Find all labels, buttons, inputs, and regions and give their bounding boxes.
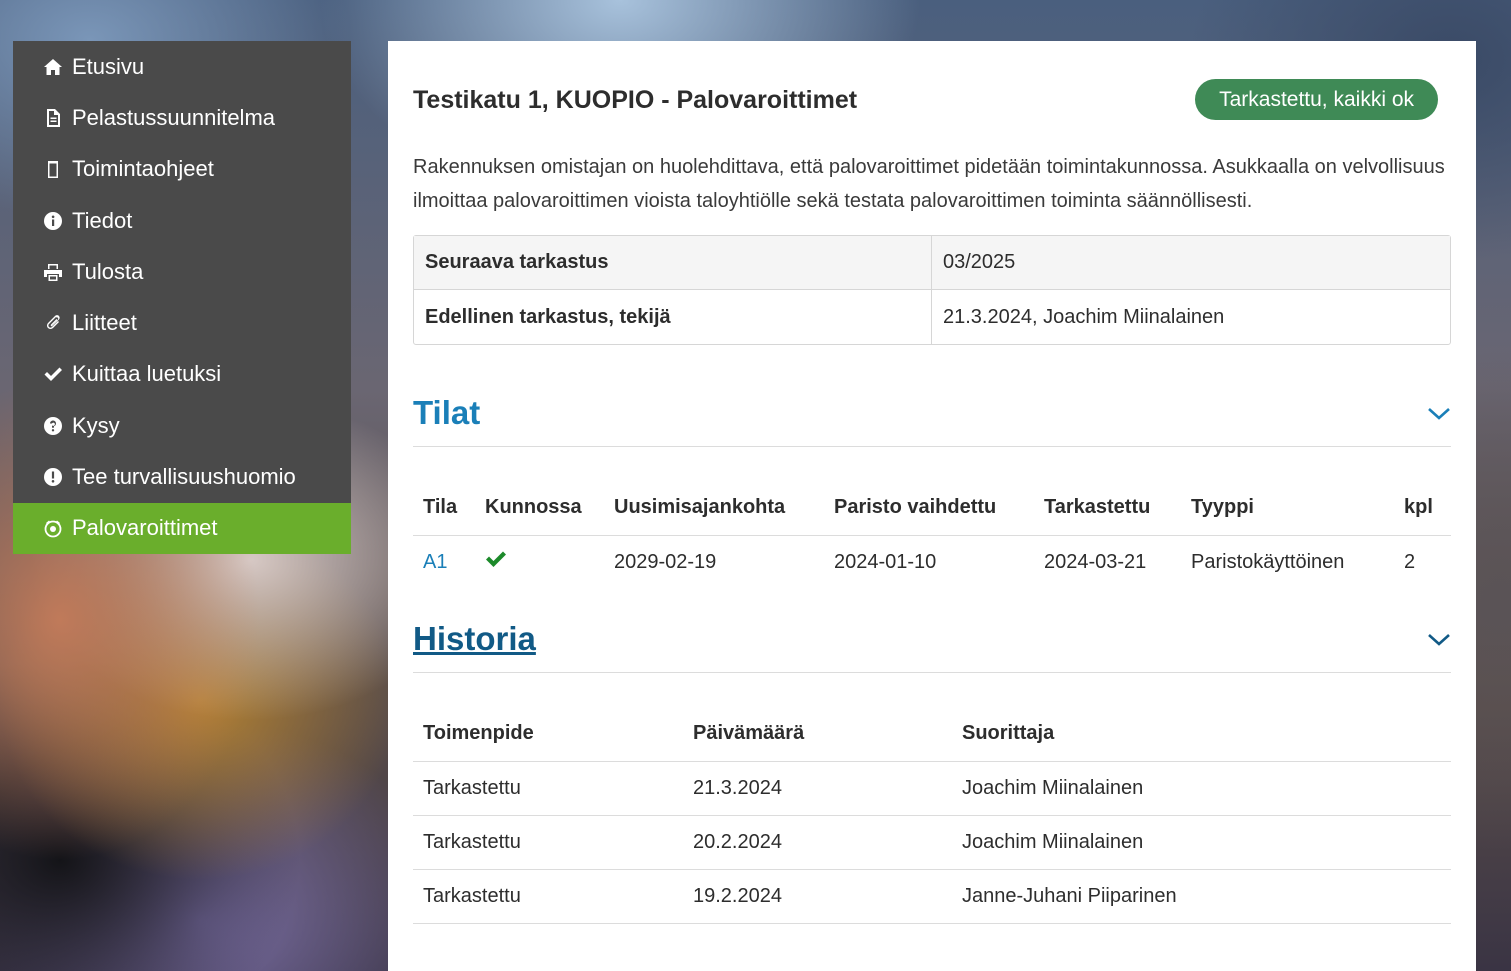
sidebar-item-tee-turvallisuushuomio[interactable]: Tee turvallisuushuomio — [13, 451, 351, 502]
intro-text: Rakennuksen omistajan on huolehdittava, … — [413, 156, 1445, 212]
info-value: 21.3.2024, Joachim Miinalainen — [943, 305, 1225, 328]
detector-type: Paristokäyttöinen — [1191, 550, 1345, 573]
history-section-header[interactable]: Historia — [413, 603, 1451, 673]
info-row: Seuraava tarkastus 03/2025 — [414, 236, 1450, 290]
print-icon — [42, 261, 64, 283]
history-table: Toimenpide Päivämäärä Suorittaja Tarkast… — [413, 707, 1451, 924]
spaces-section-header[interactable]: Tilat — [413, 377, 1451, 447]
history-heading[interactable]: Historia — [413, 620, 536, 658]
sidebar-item-label: Kuittaa luetuksi — [72, 361, 222, 387]
column-header: Päivämäärä — [683, 707, 952, 762]
sidebar: Etusivu Pelastussuunnitelma Toimintaohje… — [13, 41, 351, 554]
sidebar-item-label: Toimintaohjeet — [72, 156, 214, 182]
history-action: Tarkastettu — [413, 869, 683, 924]
clipboard-icon — [42, 158, 64, 180]
question-icon — [42, 415, 64, 437]
chevron-down-icon[interactable] — [1427, 632, 1451, 648]
paperclip-icon — [42, 312, 64, 334]
page-header: Testikatu 1, KUOPIO - Palovaroittimet Ta… — [413, 41, 1451, 159]
document-icon — [42, 107, 64, 129]
column-header: Toimenpide — [413, 707, 683, 762]
history-action: Tarkastettu — [413, 815, 683, 870]
table-row: Tarkastettu 20.2.2024 Joachim Miinalaine… — [413, 815, 1451, 870]
table-row: Tarkastettu 19.2.2024 Janne-Juhani Piipa… — [413, 869, 1451, 924]
column-header: Suorittaja — [952, 707, 1451, 762]
sidebar-item-kuittaa-luetuksi[interactable]: Kuittaa luetuksi — [13, 349, 351, 400]
check-icon — [42, 363, 64, 385]
inspection-info-table: Seuraava tarkastus 03/2025 Edellinen tar… — [413, 235, 1451, 345]
sidebar-item-label: Tee turvallisuushuomio — [72, 464, 296, 490]
sidebar-item-liitteet[interactable]: Liitteet — [13, 297, 351, 348]
info-value: 03/2025 — [932, 236, 1450, 290]
spaces-heading[interactable]: Tilat — [413, 394, 480, 432]
table-row: Tarkastettu 21.3.2024 Joachim Miinalaine… — [413, 761, 1451, 816]
info-label: Edellinen tarkastus, tekijä — [414, 290, 932, 344]
table-row: A1 2029-02-19 2024-01-10 2024-03-21 Pari… — [413, 535, 1451, 589]
table-header-row: Toimenpide Päivämäärä Suorittaja — [413, 707, 1451, 762]
history-date: 19.2.2024 — [683, 869, 952, 924]
history-action: Tarkastettu — [413, 761, 683, 816]
battery-changed-date: 2024-01-10 — [834, 550, 937, 573]
spaces-table: Tila Kunnossa Uusimisajankohta Paristo v… — [413, 481, 1451, 589]
info-label: Seuraava tarkastus — [414, 236, 932, 290]
sidebar-item-tiedot[interactable]: Tiedot — [13, 195, 351, 246]
sidebar-item-label: Etusivu — [72, 53, 145, 79]
history-performer: Joachim Miinalainen — [952, 815, 1451, 870]
smoke-detector-icon — [42, 517, 64, 539]
renewal-date: 2029-02-19 — [614, 550, 717, 573]
sidebar-item-label: Palovaroittimet — [72, 515, 218, 541]
table-header-row: Tila Kunnossa Uusimisajankohta Paristo v… — [413, 481, 1451, 536]
column-header: Uusimisajankohta — [604, 481, 824, 536]
history-performer: Joachim Miinalainen — [952, 761, 1451, 816]
sidebar-item-label: Tulosta — [72, 258, 144, 284]
sidebar-item-label: Pelastussuunnitelma — [72, 104, 276, 130]
history-performer: Janne-Juhani Piiparinen — [952, 869, 1451, 924]
column-header: Tarkastettu — [1034, 481, 1181, 536]
column-header: Paristo vaihdettu — [824, 481, 1034, 536]
column-header: Tila — [413, 481, 475, 536]
space-link[interactable]: A1 — [413, 535, 475, 589]
history-date: 20.2.2024 — [683, 815, 952, 870]
inspected-date: 2024-03-21 — [1044, 550, 1147, 573]
history-date: 21.3.2024 — [683, 761, 952, 816]
column-header: kpl — [1394, 481, 1451, 536]
main-panel: Testikatu 1, KUOPIO - Palovaroittimet Ta… — [388, 41, 1476, 971]
home-icon — [42, 56, 64, 78]
sidebar-item-toimintaohjeet[interactable]: Toimintaohjeet — [13, 144, 351, 195]
status-badge: Tarkastettu, kaikki ok — [1195, 79, 1438, 120]
page-title: Testikatu 1, KUOPIO - Palovaroittimet — [413, 86, 858, 114]
detector-count: 2 — [1404, 550, 1416, 573]
sidebar-item-label: Kysy — [72, 412, 120, 438]
chevron-down-icon[interactable] — [1427, 406, 1451, 422]
exclamation-icon — [42, 466, 64, 488]
sidebar-item-label: Liitteet — [72, 310, 137, 336]
info-icon — [42, 210, 64, 232]
sidebar-item-kysy[interactable]: Kysy — [13, 400, 351, 451]
sidebar-item-pelastussuunnitelma[interactable]: Pelastussuunnitelma — [13, 92, 351, 143]
info-row: Edellinen tarkastus, tekijä 21.3.2024, J… — [414, 290, 1450, 344]
sidebar-item-label: Tiedot — [72, 207, 133, 233]
column-header: Kunnossa — [475, 481, 604, 536]
sidebar-item-etusivu[interactable]: Etusivu — [13, 41, 351, 92]
ok-check-icon — [475, 535, 604, 589]
sidebar-item-palovaroittimet[interactable]: Palovaroittimet — [13, 502, 351, 554]
column-header: Tyyppi — [1181, 481, 1394, 536]
sidebar-item-tulosta[interactable]: Tulosta — [13, 246, 351, 297]
